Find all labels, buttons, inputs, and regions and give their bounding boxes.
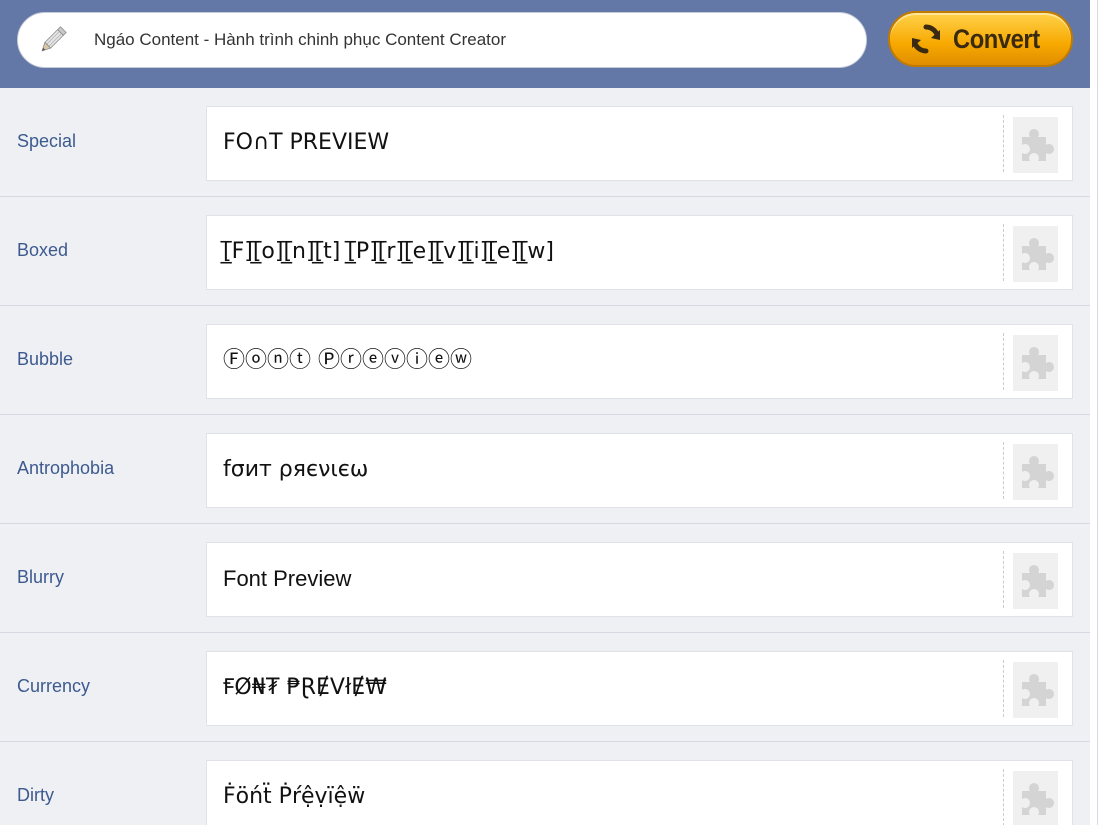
font-style-row-boxed: Boxed [̲̅F][̲̅o][̲̅n][̲̅t] [̲̅P][̲̅r][̲̅… — [0, 197, 1090, 306]
preview-box[interactable]: [̲̅F][̲̅o][̲̅n][̲̅t] [̲̅P][̲̅r][̲̅e][̲̅v… — [206, 215, 1073, 290]
puzzle-button[interactable] — [1013, 226, 1058, 282]
convert-button-label: Convert — [953, 23, 1040, 54]
divider — [1003, 551, 1004, 608]
scrollbar[interactable] — [1090, 0, 1100, 825]
preview-text[interactable]: [̲̅F][̲̅o][̲̅n][̲̅t] [̲̅P][̲̅r][̲̅e][̲̅v… — [223, 216, 554, 289]
style-name: Dirty — [17, 785, 54, 805]
preview-box[interactable]: ꞘØ₦₮ ₱ⱤɆVłɆ₩ — [206, 651, 1073, 726]
font-style-row-special: Special FO∩T PREVIEW — [0, 88, 1090, 197]
divider — [1003, 660, 1004, 717]
style-name: Bubble — [17, 349, 74, 369]
font-style-row-blurry: Blurry Font Preview — [0, 524, 1090, 633]
puzzle-button[interactable] — [1013, 662, 1058, 718]
preview-box[interactable]: Ḟöńẗ Ṗŕệṿïệẅ — [206, 760, 1073, 825]
preview-box[interactable]: Ⓕⓞⓝⓣ Ⓟⓡⓔⓥⓘⓔⓦ — [206, 324, 1073, 399]
puzzle-icon — [1021, 565, 1054, 597]
font-style-row-dirty: Dirty Ḟöńẗ Ṗŕệṿïệẅ — [0, 742, 1090, 825]
preview-box[interactable]: Font Preview — [206, 542, 1073, 617]
style-name: Special — [17, 131, 77, 151]
pencil-icon — [41, 26, 67, 52]
refresh-icon — [912, 24, 941, 54]
preview-text[interactable]: FO∩T PREVIEW — [223, 107, 389, 180]
puzzle-icon — [1021, 783, 1054, 815]
puzzle-icon — [1021, 456, 1054, 488]
font-style-list: Special FO∩T PREVIEW Boxed [̲̅F][̲̅o][̲̅… — [0, 88, 1090, 825]
style-name: Antrophobia — [17, 458, 115, 478]
preview-text[interactable]: ꞘØ₦₮ ₱ⱤɆVłɆ₩ — [223, 652, 387, 725]
scrollbar-track — [1097, 0, 1098, 825]
header-bar: Convert — [0, 0, 1090, 88]
preview-box[interactable]: FO∩T PREVIEW — [206, 106, 1073, 181]
divider — [1003, 442, 1004, 499]
convert-button[interactable]: Convert — [888, 11, 1073, 67]
divider — [1003, 769, 1004, 825]
font-style-row-antrophobia: Antrophobia fσит ρяєνιєω — [0, 415, 1090, 524]
puzzle-icon — [1021, 238, 1054, 270]
puzzle-button[interactable] — [1013, 553, 1058, 609]
font-converter-app: Convert Special FO∩T PREVIEW Boxed [̲̅F]… — [0, 0, 1090, 825]
divider — [1003, 333, 1004, 390]
preview-text[interactable]: Font Preview — [223, 543, 351, 616]
divider — [1003, 224, 1004, 281]
preview-text[interactable]: Ḟöńẗ Ṗŕệṿïệẅ — [223, 761, 365, 825]
puzzle-icon — [1021, 347, 1054, 379]
style-name: Blurry — [17, 567, 65, 587]
preview-box[interactable]: fσит ρяєνιєω — [206, 433, 1073, 508]
puzzle-button[interactable] — [1013, 771, 1058, 825]
style-name: Currency — [17, 676, 91, 696]
puzzle-icon — [1021, 129, 1054, 161]
divider — [1003, 115, 1004, 172]
puzzle-button[interactable] — [1013, 444, 1058, 500]
preview-text[interactable]: Ⓕⓞⓝⓣ Ⓟⓡⓔⓥⓘⓔⓦ — [223, 325, 472, 398]
font-style-row-bubble: Bubble Ⓕⓞⓝⓣ Ⓟⓡⓔⓥⓘⓔⓦ — [0, 306, 1090, 415]
puzzle-button[interactable] — [1013, 117, 1058, 173]
puzzle-button[interactable] — [1013, 335, 1058, 391]
style-name: Boxed — [17, 240, 69, 260]
text-input-container[interactable] — [17, 12, 867, 68]
preview-text[interactable]: fσит ρяєνιєω — [223, 434, 368, 507]
text-input[interactable] — [94, 21, 854, 59]
puzzle-icon — [1021, 674, 1054, 706]
font-style-row-currency: Currency ꞘØ₦₮ ₱ⱤɆVłɆ₩ — [0, 633, 1090, 742]
